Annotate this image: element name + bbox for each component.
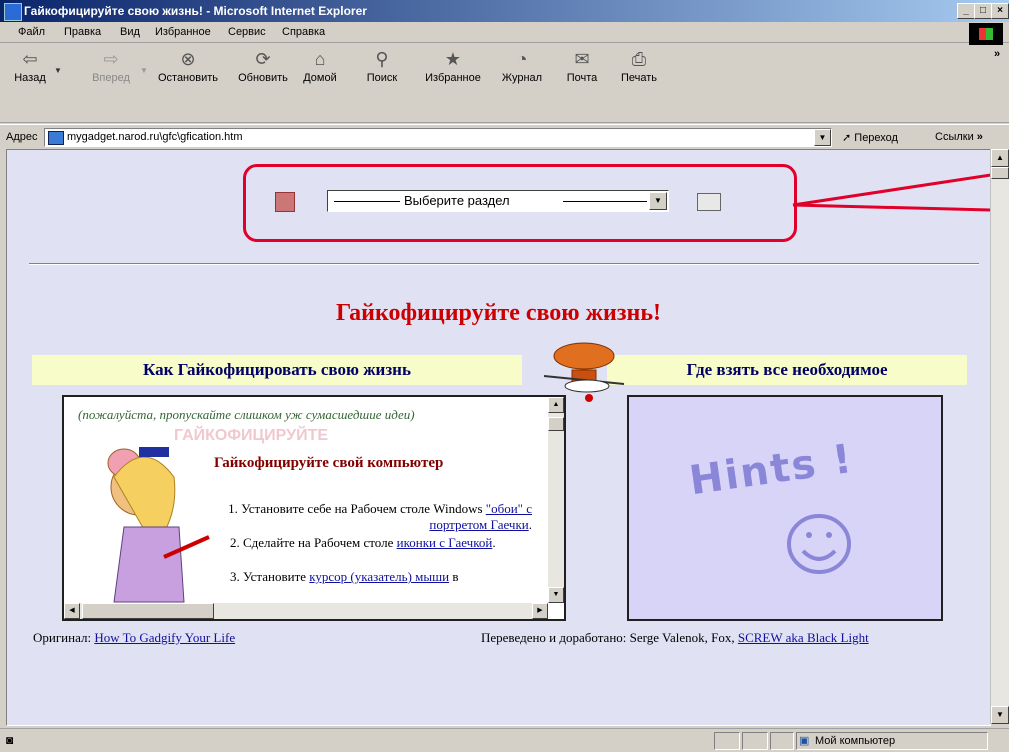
paragraph-2: 2. Сделайте на Рабочем столе иконки с Га…	[230, 535, 496, 550]
mail-button[interactable]: ✉ Почта	[562, 48, 602, 85]
refresh-icon: ⟳	[255, 48, 271, 69]
print-button[interactable]: ⎙ Печать	[616, 48, 662, 85]
toolbar: ⇦ Назад ▼ ⇨ Вперед ▼ ⊗ Остановить ⟳ Обно…	[0, 44, 1009, 123]
smiley-icon	[787, 514, 851, 574]
search-icon: ⚲	[375, 48, 389, 69]
address-dropdown-icon[interactable]: ▼	[814, 129, 831, 146]
hscroll-thumb[interactable]	[82, 603, 214, 619]
paragraph-1: 1. Установите себе на Рабочем столе Wind…	[228, 501, 532, 532]
window-titlebar: Гайкофицируйте свою жизнь! - Microsoft I…	[0, 0, 1009, 22]
minimize-button[interactable]: _	[957, 3, 975, 19]
paragraph-3: 3. Установите курсор (указатель) мыши в	[230, 569, 459, 584]
menu-help[interactable]: Справка	[282, 26, 325, 38]
back-arrow-icon: ⇦	[22, 48, 38, 69]
home-icon: ⌂	[314, 48, 326, 69]
search-button[interactable]: ⚲ Поиск	[360, 48, 404, 85]
address-bar: Адрес mygadget.narod.ru\gfc\gfication.ht…	[0, 124, 1009, 149]
menu-file[interactable]: Файл	[18, 26, 45, 38]
annotation-arrow	[792, 173, 990, 212]
footer-translated: Переведено и доработано: Serge Valenok, …	[481, 630, 869, 645]
scroll-left-icon[interactable]: ◀	[64, 603, 80, 619]
page-content: Выберите раздел ▼ Гайкофицируйте свою жи…	[6, 149, 991, 726]
how-to-frame: (пожалуйста, пропускайте слишком уж сума…	[62, 395, 566, 621]
address-input[interactable]: mygadget.narod.ru\gfc\gfication.htm ▼	[44, 128, 832, 147]
menu-tools[interactable]: Сервис	[228, 26, 266, 38]
maximize-button[interactable]: □	[974, 3, 992, 19]
page-scroll-up-icon[interactable]: ▲	[991, 149, 1009, 167]
status-page-icon: ◙	[6, 733, 14, 747]
scroll-thumb[interactable]	[548, 417, 564, 431]
cursor-link[interactable]: курсор (указатель) мыши	[309, 569, 449, 584]
menu-bar: Файл Правка Вид Избранное Сервис Справка	[0, 22, 1009, 43]
computer-icon: ▣	[799, 735, 810, 747]
page-icon	[48, 131, 64, 145]
status-zone: ▣ Мой компьютер	[796, 732, 988, 750]
favorites-icon: ★	[444, 48, 462, 69]
right-column-header: Где взять все необходимое	[607, 355, 967, 385]
back-dropdown-icon[interactable]: ▼	[54, 66, 62, 75]
icons-link[interactable]: иконки с Гаечкой	[397, 535, 493, 550]
window-title: Гайкофицируйте свою жизнь! - Microsoft I…	[24, 4, 367, 18]
back-button[interactable]: ⇦ Назад	[8, 48, 52, 85]
menu-favorites[interactable]: Избранное	[155, 26, 211, 38]
original-link[interactable]: How To Gadgify Your Life	[94, 630, 235, 645]
divider	[29, 263, 979, 265]
status-bar: ◙ ▣ Мой компьютер	[0, 728, 1009, 752]
forward-button[interactable]: ⇨ Вперед	[86, 48, 136, 85]
favorites-button[interactable]: ★ Избранное	[418, 48, 488, 85]
home-button[interactable]: ⌂ Домой	[298, 48, 342, 85]
menu-edit[interactable]: Правка	[64, 26, 101, 38]
translator-link[interactable]: SCREW aka Black Light	[738, 630, 869, 645]
page-scroll-thumb[interactable]	[991, 167, 1009, 179]
stop-button[interactable]: ⊗ Остановить	[148, 48, 228, 85]
footer-original: Оригинал: How To Gadgify Your Life	[33, 630, 236, 645]
forward-dropdown-icon[interactable]: ▼	[140, 66, 148, 75]
go-button[interactable]: ➚ Переход	[842, 131, 898, 144]
highlight-annotation	[243, 164, 797, 242]
intro-text: (пожалуйста, пропускайте слишком уж сума…	[78, 407, 415, 422]
stop-icon: ⊗	[180, 48, 196, 69]
address-label: Адрес	[6, 131, 38, 143]
page-scroll-down-icon[interactable]: ▼	[991, 706, 1009, 724]
history-button[interactable]: ◔ Журнал	[496, 48, 548, 85]
scroll-right-icon[interactable]: ▶	[532, 603, 548, 619]
close-button[interactable]: ×	[991, 3, 1009, 19]
menu-view[interactable]: Вид	[120, 26, 140, 38]
forward-arrow-icon: ⇨	[103, 48, 119, 69]
mail-icon: ✉	[574, 48, 590, 69]
left-column-header: Как Гайкофицировать свою жизнь	[32, 355, 522, 385]
section-subtitle: Гайкофицируйте свой компьютер	[214, 455, 444, 471]
history-icon: ◔	[516, 48, 528, 69]
windows-logo	[969, 23, 1003, 45]
links-button[interactable]: Ссылки »	[935, 131, 983, 143]
page-title: Гайкофицируйте свою жизнь!	[335, 300, 662, 326]
frame-vertical-scrollbar[interactable]: ▲ ▼	[548, 397, 564, 603]
frame-horizontal-scrollbar[interactable]: ◀ ▶	[64, 603, 548, 619]
hints-text: Hints !	[686, 435, 857, 505]
page-vertical-scrollbar[interactable]: ▲ ▼	[990, 149, 1009, 724]
toolbar-more[interactable]: »	[994, 48, 1000, 60]
refresh-button[interactable]: ⟳ Обновить	[232, 48, 294, 85]
ie-icon	[4, 3, 22, 21]
where-to-get-frame: Hints !	[627, 395, 943, 621]
scroll-up-icon[interactable]: ▲	[548, 397, 564, 413]
address-url: mygadget.narod.ru\gfc\gfication.htm	[67, 131, 243, 143]
printer-icon: ⎙	[631, 48, 647, 69]
gadget-cartoon-image	[107, 447, 210, 603]
scroll-down-icon[interactable]: ▼	[548, 587, 564, 603]
